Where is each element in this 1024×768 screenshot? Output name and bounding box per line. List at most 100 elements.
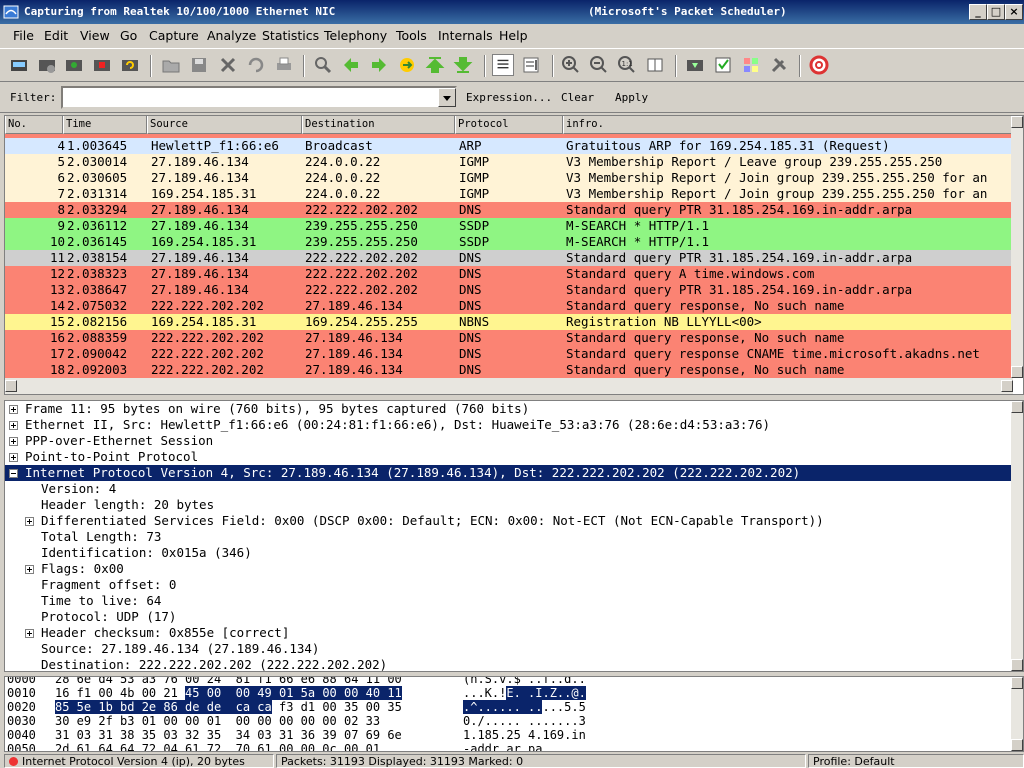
- print-icon[interactable]: [273, 54, 295, 76]
- hex-bytes[interactable]: 28 6e d4 53 a3 76 00 24 81 f1 66 e6 88 6…: [55, 677, 402, 686]
- ascii-bytes[interactable]: .^...... .....5.5: [463, 700, 586, 714]
- go-to-packet-icon[interactable]: [396, 54, 418, 76]
- column-time[interactable]: Time: [63, 116, 147, 134]
- packet-row[interactable]: 4 1.003645 HewlettP_f1:66:e6 Broadcast ARP Gr…: [5, 138, 1013, 154]
- go-back-icon[interactable]: [340, 54, 362, 76]
- packet-row[interactable]: 17 2.090042 222.222.202.202 27.189.46.134 DN…: [5, 346, 1013, 362]
- packet-list[interactable]: No. Time Source Destination Protocol inf…: [4, 115, 1024, 395]
- menu-internals[interactable]: Internals: [438, 28, 493, 43]
- hex-bytes[interactable]: 31 03 31 38 35 03 32 35 34 03 31 36 39 0…: [55, 728, 402, 742]
- preferences-icon[interactable]: [768, 54, 790, 76]
- scroll-left-button[interactable]: [5, 380, 17, 392]
- tree-row[interactable]: Header checksum: 0x855e [correct]: [5, 625, 1013, 641]
- tree-row[interactable]: Destination: 222.222.202.202 (222.222.20…: [5, 657, 1013, 671]
- tree-row[interactable]: PPP-over-Ethernet Session: [5, 433, 1013, 449]
- column-protocol[interactable]: Protocol: [455, 116, 563, 134]
- zoom-in-icon[interactable]: [560, 54, 582, 76]
- packet-row[interactable]: 18 2.092003 222.222.202.202 27.189.46.134 DN…: [5, 362, 1013, 378]
- expert-info-icon[interactable]: [9, 757, 18, 766]
- resize-columns-icon[interactable]: [644, 54, 666, 76]
- minimize-button[interactable]: _: [969, 4, 987, 20]
- scroll-down-button[interactable]: [1011, 659, 1023, 671]
- display-filters-icon[interactable]: [712, 54, 734, 76]
- packet-row[interactable]: 8 2.033294 27.189.46.134 222.222.202.202 DNS…: [5, 202, 1013, 218]
- menu-tools[interactable]: Tools: [396, 28, 427, 43]
- ascii-bytes[interactable]: ...K.!E. .I.Z..@.: [463, 686, 586, 700]
- start-capture-icon[interactable]: [63, 54, 85, 76]
- stop-capture-icon[interactable]: [91, 54, 113, 76]
- scroll-up-button[interactable]: [1011, 677, 1023, 689]
- packet-row[interactable]: 16 2.088359 222.222.202.202 27.189.46.134 DN…: [5, 330, 1013, 346]
- maximize-button[interactable]: □: [987, 4, 1005, 20]
- restart-capture-icon[interactable]: [119, 54, 141, 76]
- ascii-bytes[interactable]: 0./..... .......3: [463, 714, 586, 728]
- go-first-packet-icon[interactable]: [424, 54, 446, 76]
- help-icon[interactable]: [808, 54, 830, 76]
- packet-row[interactable]: 7 2.031314 169.254.185.31 224.0.0.22 IGMP V3 …: [5, 186, 1013, 202]
- ascii-bytes[interactable]: 1.185.25 4.169.in: [463, 728, 586, 742]
- colorize-list-icon[interactable]: [492, 54, 514, 76]
- normal-size-icon[interactable]: 1:1: [616, 54, 638, 76]
- tree-row[interactable]: Protocol: UDP (17): [5, 609, 1013, 625]
- tree-row[interactable]: Version: 4: [5, 481, 1013, 497]
- zoom-out-icon[interactable]: [588, 54, 610, 76]
- scroll-down-button[interactable]: [1011, 739, 1023, 751]
- go-forward-icon[interactable]: [368, 54, 390, 76]
- scroll-up-button[interactable]: [1011, 116, 1023, 128]
- hex-bytes[interactable]: 16 f1 00 4b 00 21 45 00 00 49 01 5a 00 0…: [55, 686, 402, 700]
- capture-filters-icon[interactable]: [684, 54, 706, 76]
- tree-row[interactable]: Point-to-Point Protocol: [5, 449, 1013, 465]
- save-file-icon[interactable]: [188, 54, 210, 76]
- close-button[interactable]: ×: [1005, 4, 1023, 20]
- menu-file[interactable]: File: [13, 28, 34, 43]
- hex-bytes[interactable]: 2d 61 64 64 72 04 61 72 70 61 00 00 0c 0…: [55, 742, 380, 751]
- close-file-icon[interactable]: [217, 54, 239, 76]
- scroll-down-button[interactable]: [1011, 366, 1023, 378]
- menu-capture[interactable]: Capture: [149, 28, 199, 43]
- menu-view[interactable]: View: [80, 28, 110, 43]
- packet-row[interactable]: 9 2.036112 27.189.46.134 239.255.255.250 SSD…: [5, 218, 1013, 234]
- scroll-up-button[interactable]: [1011, 401, 1023, 413]
- auto-scroll-icon[interactable]: [520, 54, 542, 76]
- filter-dropdown-button[interactable]: [438, 88, 456, 107]
- packet-row[interactable]: 11 2.038154 27.189.46.134 222.222.202.202 DN…: [5, 250, 1013, 266]
- coloring-rules-icon[interactable]: [740, 54, 762, 76]
- expression-button[interactable]: Expression...: [466, 91, 552, 104]
- menu-statistics[interactable]: Statistics: [262, 28, 319, 43]
- tree-row[interactable]: Ethernet II, Src: HewlettP_f1:66:e6 (00:…: [5, 417, 1013, 433]
- hex-bytes[interactable]: 85 5e 1b bd 2e 86 de de ca ca f3 d1 00 3…: [55, 700, 402, 714]
- menu-help[interactable]: Help: [499, 28, 528, 43]
- interface-list-icon[interactable]: [8, 54, 30, 76]
- packet-row[interactable]: 6 2.030605 27.189.46.134 224.0.0.22 IGMP V3 M…: [5, 170, 1013, 186]
- packet-row[interactable]: 13 2.038647 27.189.46.134 222.222.202.202 DN…: [5, 282, 1013, 298]
- clear-button[interactable]: Clear: [561, 91, 594, 104]
- filter-input[interactable]: [61, 86, 457, 109]
- menu-go[interactable]: Go: [120, 28, 137, 43]
- column-no[interactable]: No.: [5, 116, 63, 134]
- find-packet-icon[interactable]: [312, 54, 334, 76]
- expand-icon[interactable]: [9, 437, 18, 446]
- ascii-bytes[interactable]: (n.S.v.$ ..f..d..: [463, 677, 586, 686]
- hex-bytes[interactable]: 30 e9 2f b3 01 00 00 01 00 00 00 00 00 0…: [55, 714, 380, 728]
- go-last-packet-icon[interactable]: [452, 54, 474, 76]
- scroll-right-button[interactable]: [1001, 380, 1013, 392]
- bytes-scrollbar[interactable]: [1011, 677, 1023, 751]
- details-scrollbar[interactable]: [1011, 401, 1023, 671]
- packet-list-hscrollbar[interactable]: [5, 378, 1013, 394]
- tree-row[interactable]: Identification: 0x015a (346): [5, 545, 1013, 561]
- tree-row[interactable]: Flags: 0x00: [5, 561, 1013, 577]
- collapse-icon[interactable]: [9, 469, 18, 478]
- expand-icon[interactable]: [9, 453, 18, 462]
- packet-row[interactable]: 14 2.075032 222.222.202.202 27.189.46.134 DN…: [5, 298, 1013, 314]
- apply-button[interactable]: Apply: [615, 91, 648, 104]
- packet-row[interactable]: 10 2.036145 169.254.185.31 239.255.255.250 S…: [5, 234, 1013, 250]
- tree-row[interactable]: Time to live: 64: [5, 593, 1013, 609]
- title-bar[interactable]: Capturing from Realtek 10/100/1000 Ether…: [0, 0, 1024, 24]
- expand-icon[interactable]: [9, 421, 18, 430]
- packet-bytes-pane[interactable]: 0000 28 6e d4 53 a3 76 00 24 81 f1 66 e6 …: [4, 676, 1024, 752]
- tree-row[interactable]: Frame 11: 95 bytes on wire (760 bits), 9…: [5, 401, 1013, 417]
- packet-row[interactable]: 15 2.082156 169.254.185.31 169.254.255.255 N…: [5, 314, 1013, 330]
- menu-telephony[interactable]: Telephony: [324, 28, 387, 43]
- packet-details-tree[interactable]: Frame 11: 95 bytes on wire (760 bits), 9…: [4, 400, 1024, 672]
- tree-row[interactable]: Total Length: 73: [5, 529, 1013, 545]
